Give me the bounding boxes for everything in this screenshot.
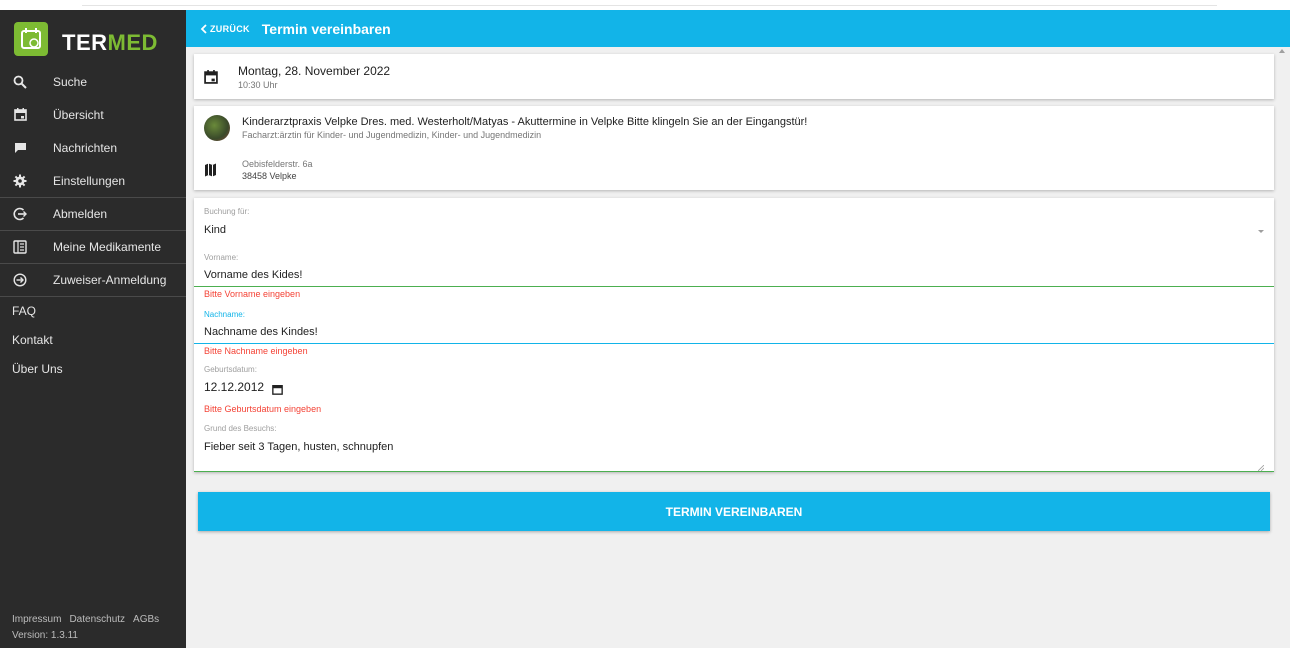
firstname-label: Vorname:: [204, 253, 239, 262]
chevron-left-icon: [200, 23, 207, 34]
practice-city: 38458 Velpke: [242, 171, 297, 181]
appointment-card: Montag, 28. November 2022 10:30 Uhr: [194, 54, 1274, 99]
booking-for-label: Buchung für:: [204, 207, 250, 216]
reason-label: Grund des Besuchs:: [204, 424, 277, 433]
resize-handle-icon[interactable]: [1257, 458, 1265, 472]
sidebar-item-label: Zuweiser-Anmeldung: [53, 273, 167, 287]
appointment-time: 10:30 Uhr: [238, 80, 278, 90]
firstname-error: Bitte Vorname eingeben: [204, 289, 301, 299]
map-icon: [204, 163, 218, 177]
booking-for-select[interactable]: Kind: [204, 224, 226, 236]
chat-icon: [12, 140, 28, 156]
calendar-icon: [12, 107, 28, 123]
page-title: Termin vereinbaren: [261, 20, 391, 37]
lastname-input[interactable]: Nachname des Kindes!: [204, 326, 318, 338]
appointment-date: Montag, 28. November 2022: [238, 64, 391, 78]
reason-underline: [194, 471, 1274, 472]
sidebar-item-zuweiser-anmeldung[interactable]: Zuweiser-Anmeldung: [0, 263, 186, 296]
dropdown-arrow-icon[interactable]: [1258, 230, 1264, 233]
sidebar-item-uebersicht[interactable]: Übersicht: [0, 98, 186, 131]
sidebar-item-label: Abmelden: [53, 207, 108, 221]
sidebar-item-label: Nachrichten: [53, 140, 118, 155]
sidebar: TERMED Suche Übersicht Nachrichten Einst…: [0, 10, 186, 648]
calendar-picker-icon[interactable]: [272, 382, 283, 395]
sidebar-item-faq[interactable]: FAQ: [0, 296, 186, 325]
search-icon: [12, 74, 28, 90]
firstname-input[interactable]: Vorname des Kides!: [204, 269, 302, 281]
calendar-icon: [204, 70, 218, 84]
back-button[interactable]: ZURÜCK: [200, 24, 250, 34]
datenschutz-link[interactable]: Datenschutz: [69, 614, 125, 625]
logout-icon: [12, 206, 28, 222]
birthdate-error: Bitte Geburtsdatum eingeben: [204, 404, 322, 414]
app-logo[interactable]: TERMED: [14, 22, 164, 62]
practice-avatar: [204, 115, 230, 141]
sidebar-footer: Impressum Datenschutz AGBs Version: 1.3.11: [12, 612, 182, 648]
lastname-label: Nachname:: [204, 310, 245, 319]
sidebar-item-einstellungen[interactable]: Einstellungen: [0, 164, 186, 197]
top-strip: [0, 0, 1290, 10]
sidebar-item-label: Über Uns: [12, 361, 63, 376]
gear-icon: [12, 173, 28, 189]
agb-link[interactable]: AGBs: [133, 614, 159, 625]
sidebar-item-label: Einstellungen: [53, 173, 126, 188]
medication-icon: [12, 239, 28, 255]
version-label: Version: 1.3.11: [12, 630, 78, 641]
lastname-underline: [194, 343, 1274, 344]
sidebar-item-abmelden[interactable]: Abmelden: [0, 197, 186, 230]
lastname-error: Bitte Nachname eingeben: [204, 346, 308, 356]
birthdate-label: Geburtsdatum:: [204, 365, 257, 374]
back-label: ZURÜCK: [210, 23, 250, 34]
practice-street: Oebisfelderstr. 6a: [242, 159, 313, 169]
login-icon: [12, 272, 28, 288]
sidebar-item-medikamente[interactable]: Meine Medikamente: [0, 230, 186, 263]
sidebar-nav: Suche Übersicht Nachrichten Einstellunge…: [0, 65, 186, 383]
sidebar-item-nachrichten[interactable]: Nachrichten: [0, 131, 186, 164]
sidebar-item-suche[interactable]: Suche: [0, 65, 186, 98]
birthdate-value: 12.12.2012: [204, 380, 265, 394]
sidebar-item-label: Suche: [53, 74, 88, 89]
page-header: ZURÜCK Termin vereinbaren: [186, 10, 1290, 47]
scroll-up-icon[interactable]: [1279, 49, 1285, 53]
booking-form: Buchung für: Kind Vorname: Vorname des K…: [194, 198, 1274, 472]
birthdate-input[interactable]: 12.12.2012: [204, 380, 283, 395]
sidebar-item-label: Kontakt: [12, 332, 53, 347]
reason-textarea[interactable]: Fieber seit 3 Tagen, husten, schnupfen: [204, 441, 393, 453]
sidebar-item-kontakt[interactable]: Kontakt: [0, 325, 186, 354]
logo-icon: [14, 22, 48, 56]
submit-appointment-button[interactable]: TERMIN VEREINBAREN: [198, 492, 1270, 531]
sidebar-item-ueber-uns[interactable]: Über Uns: [0, 354, 186, 383]
logo-text: TERMED: [62, 30, 158, 55]
footer-links: Impressum Datenschutz AGBs: [12, 612, 182, 628]
practice-card: Kinderarztpraxis Velpke Dres. med. Weste…: [194, 106, 1274, 190]
scrollbar[interactable]: [1276, 47, 1290, 648]
sidebar-item-label: Übersicht: [53, 107, 104, 122]
firstname-underline: [194, 286, 1274, 287]
sidebar-item-label: FAQ: [12, 304, 37, 318]
practice-specialty: Facharzt:ärztin für Kinder- und Jugendme…: [242, 130, 542, 140]
practice-name: Kinderarztpraxis Velpke Dres. med. Weste…: [242, 116, 808, 128]
sidebar-item-label: Meine Medikamente: [53, 240, 162, 254]
impressum-link[interactable]: Impressum: [12, 614, 61, 625]
